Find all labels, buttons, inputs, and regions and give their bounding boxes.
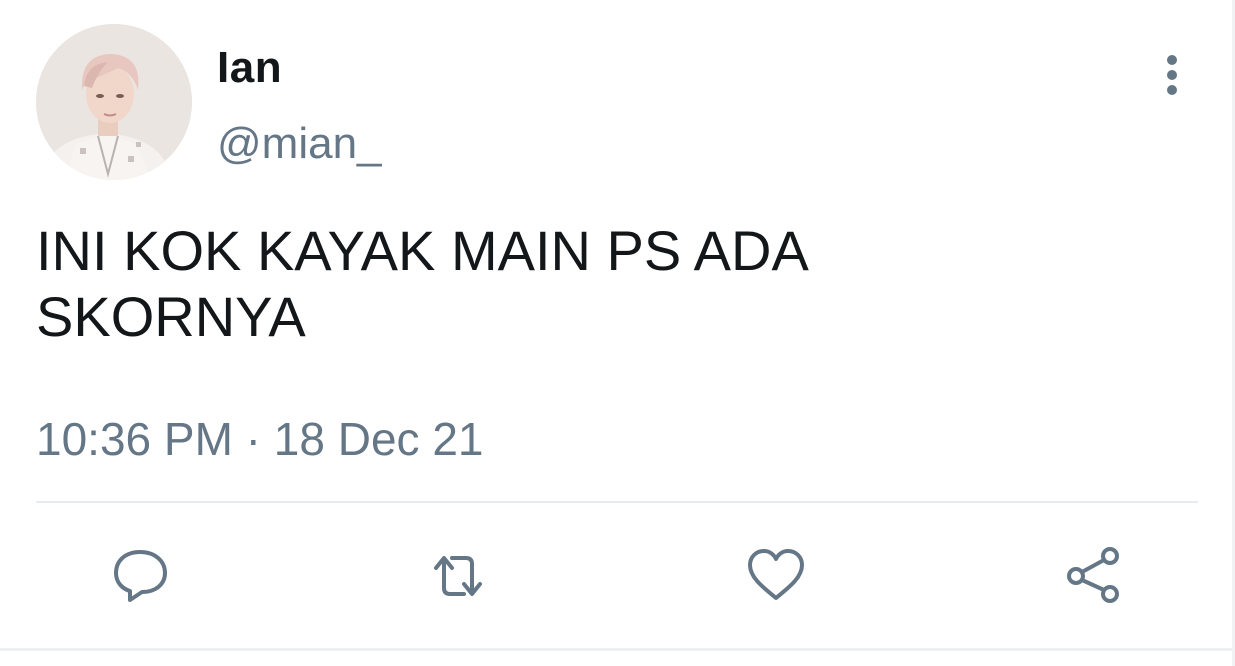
avatar[interactable]: [36, 24, 192, 180]
tweet-timestamp[interactable]: 10:36 PM · 18 Dec 21: [36, 412, 484, 466]
bottom-border: [0, 648, 1235, 651]
share-icon: [1067, 547, 1119, 603]
tweet-time: 10:36 PM: [36, 413, 233, 465]
reply-icon: [114, 550, 167, 602]
tweet-card: Ian @mian_ INI KOK KAYAK MAIN PS ADA SKO…: [0, 0, 1235, 666]
share-button[interactable]: [1062, 544, 1126, 608]
retweet-icon: [434, 556, 482, 596]
heart-icon: [748, 549, 804, 600]
like-button[interactable]: [744, 544, 808, 608]
reply-button[interactable]: [108, 544, 172, 608]
author-handle[interactable]: @mian_: [217, 118, 382, 170]
more-options-button[interactable]: [1150, 52, 1194, 98]
avatar-image: [36, 24, 192, 180]
timestamp-separator: ·: [232, 413, 274, 465]
more-vertical-icon: [1167, 55, 1177, 95]
tweet-text: INI KOK KAYAK MAIN PS ADA SKORNYA: [36, 219, 809, 348]
author-display-name[interactable]: Ian: [217, 42, 282, 94]
retweet-button[interactable]: [426, 544, 490, 608]
tweet-date: 18 Dec 21: [273, 413, 484, 465]
divider: [36, 501, 1198, 503]
